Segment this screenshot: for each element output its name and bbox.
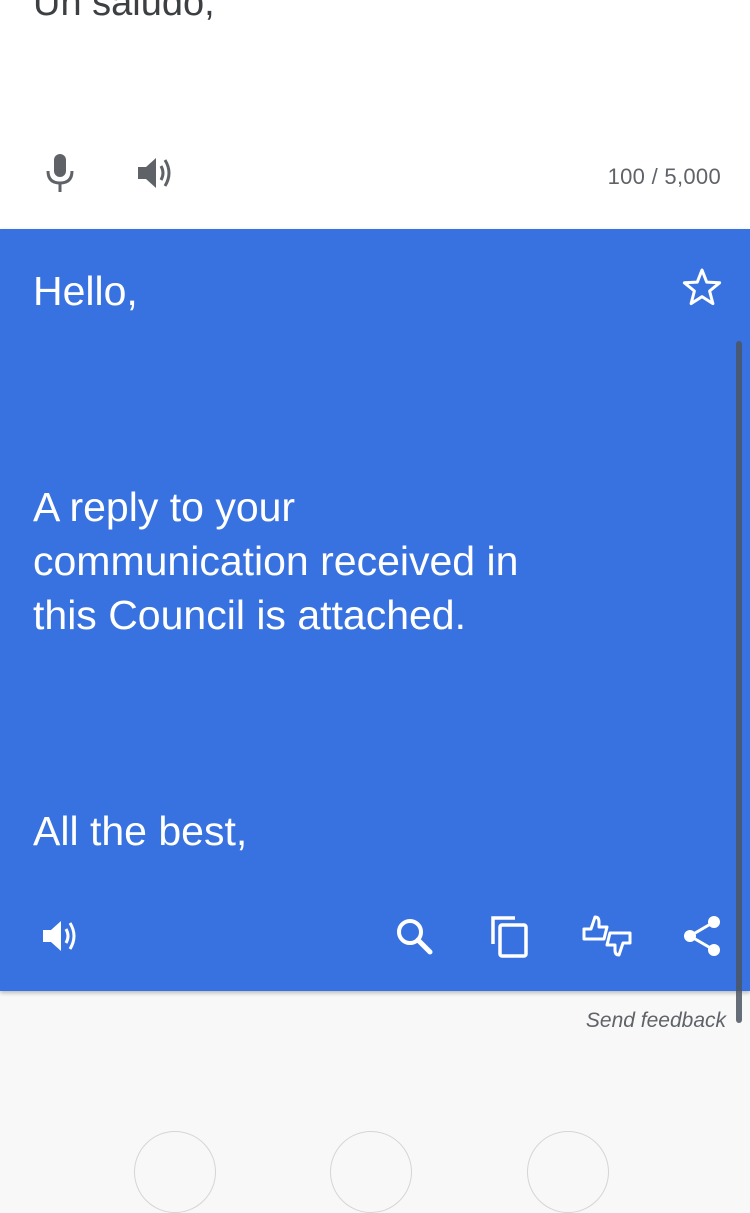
source-card: Un saludo, 100 / 5,000 <box>0 0 750 229</box>
copy-icon[interactable] <box>487 912 531 960</box>
bottom-action-button[interactable] <box>527 1131 609 1213</box>
bottom-action-button[interactable] <box>134 1131 216 1213</box>
star-icon[interactable] <box>680 265 724 309</box>
share-icon[interactable] <box>680 914 724 958</box>
speaker-icon[interactable] <box>38 914 84 958</box>
microphone-icon[interactable] <box>38 151 82 195</box>
translation-output: Hello, A reply to your communication rec… <box>33 264 653 858</box>
translation-card: Hello, A reply to your communication rec… <box>0 229 750 1023</box>
translation-paragraph: A reply to your communication received i… <box>33 484 519 638</box>
translation-paragraph: Hello, <box>33 268 138 314</box>
source-text-input[interactable]: Un saludo, <box>33 0 215 25</box>
bottom-action-button[interactable] <box>330 1131 412 1213</box>
translation-paragraph: All the best, <box>33 808 248 854</box>
thumbs-feedback-icon[interactable] <box>580 912 634 960</box>
send-feedback-link[interactable]: Send feedback <box>586 1009 726 1033</box>
search-icon[interactable] <box>392 914 436 958</box>
speaker-icon[interactable] <box>133 151 179 195</box>
character-count: 100 / 5,000 <box>607 164 721 189</box>
scrollbar[interactable] <box>736 341 742 1023</box>
